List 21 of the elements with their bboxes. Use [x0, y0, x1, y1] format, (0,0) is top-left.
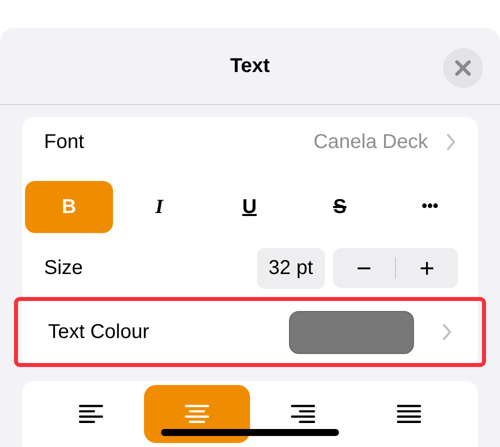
font-label: Font [44, 130, 86, 154]
close-button[interactable] [443, 48, 483, 88]
close-icon [455, 60, 471, 76]
sheet-title: Text [230, 54, 270, 78]
align-center-icon [185, 404, 209, 424]
size-label: Size [44, 256, 84, 280]
colour-swatch[interactable] [289, 310, 414, 354]
align-right-icon [291, 404, 315, 424]
text-style-button[interactable]: U [206, 181, 294, 233]
chevron-icon [446, 133, 456, 151]
text-style-button[interactable]: S [296, 181, 384, 233]
text-style-button[interactable]: ••• [386, 181, 474, 233]
align-left-icon [79, 404, 103, 424]
align-justify-icon [397, 404, 421, 424]
align-center-button[interactable] [144, 385, 250, 443]
chevron-icon [442, 323, 452, 341]
size-value[interactable]: 32 pt [256, 248, 325, 288]
increase-button[interactable]: + [396, 252, 458, 284]
text-colour-label: Text Colour [48, 320, 150, 344]
text-style-button[interactable]: I [115, 181, 204, 233]
decrease-button[interactable]: − [333, 252, 395, 284]
